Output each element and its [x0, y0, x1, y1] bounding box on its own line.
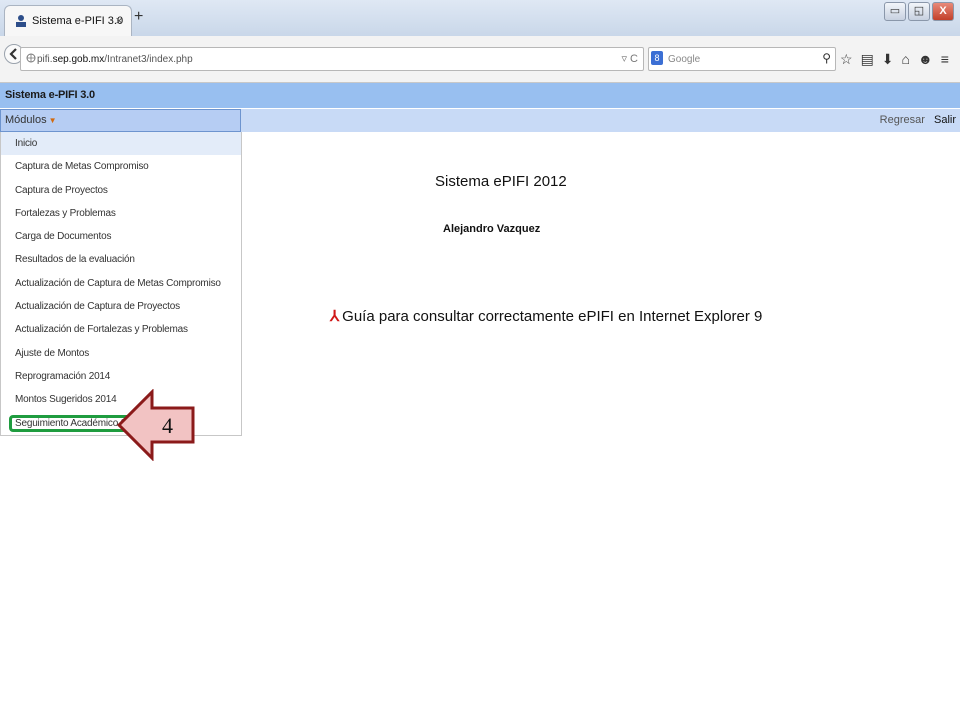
toolbar-icons: ☆ ▤ ⬇ ⌂ ☻ ≡: [840, 51, 949, 68]
guide-link-text: Guía para consultar correctamente ePIFI …: [342, 308, 763, 325]
menu-item-actualizacion-metas[interactable]: Actualización de Captura de Metas Compro…: [1, 272, 241, 295]
chat-icon[interactable]: ☻: [918, 51, 933, 68]
globe-icon: [26, 53, 36, 63]
reading-list-icon[interactable]: ▤: [861, 51, 874, 68]
minimize-button[interactable]: ▭: [884, 2, 906, 21]
pdf-icon: ⅄: [330, 308, 340, 325]
menu-item-ajuste-montos[interactable]: Ajuste de Montos: [1, 342, 241, 365]
site-favicon-icon: [16, 15, 26, 27]
menu-item-captura-proyectos[interactable]: Captura de Proyectos: [1, 179, 241, 202]
modules-label: Módulos: [5, 114, 47, 126]
user-name: Alejandro Vazquez: [443, 223, 541, 235]
search-icon[interactable]: ⚲: [822, 51, 831, 65]
tab-title: Sistema e-PIFI 3.0: [32, 15, 124, 27]
page-title: Sistema ePIFI 2012: [435, 173, 567, 190]
menu-item-actualizacion-fortalezas[interactable]: Actualización de Fortalezas y Problemas: [1, 318, 241, 341]
regresar-link[interactable]: Regresar: [880, 114, 925, 126]
top-right-links: Regresar Salir: [874, 114, 956, 126]
url-text: pifi.sep.gob.mx/Intranet3/index.php: [37, 54, 193, 65]
salir-link[interactable]: Salir: [934, 114, 956, 126]
step-arrow-annotation: 4: [116, 389, 195, 461]
main-content: Sistema ePIFI 2012 Alejandro Vazquez ⅄ Gu…: [240, 132, 960, 432]
close-window-button[interactable]: X: [932, 2, 954, 21]
window-controls: ▭ ◱ X: [884, 2, 954, 21]
search-placeholder: Google: [668, 54, 701, 65]
menu-item-fortalezas[interactable]: Fortalezas y Problemas: [1, 202, 241, 225]
menu-item-resultados[interactable]: Resultados de la evaluación: [1, 248, 241, 271]
browser-tab[interactable]: Sistema e-PIFI 3.0 ×: [4, 5, 132, 37]
app-menubar: Módulos ▼ Regresar Salir: [0, 109, 960, 132]
search-bar[interactable]: 8 Google ⚲: [648, 47, 836, 71]
menu-item-captura-metas[interactable]: Captura de Metas Compromiso: [1, 155, 241, 178]
app-title: Sistema e-PIFI 3.0: [5, 89, 95, 101]
menu-item-reprogramacion[interactable]: Reprogramación 2014: [1, 365, 241, 388]
guide-link[interactable]: ⅄ Guía para consultar correctamente ePIFI…: [330, 307, 762, 325]
google-engine-icon[interactable]: 8: [651, 51, 663, 65]
chevron-down-icon: ▼: [48, 116, 57, 125]
app-title-bar: Sistema e-PIFI 3.0: [0, 83, 960, 108]
home-icon[interactable]: ⌂: [902, 51, 910, 68]
address-bar[interactable]: pifi.sep.gob.mx/Intranet3/index.php ▿ C: [20, 47, 644, 71]
menu-icon[interactable]: ≡: [941, 51, 949, 68]
browser-titlebar: Sistema e-PIFI 3.0 × + ▭ ◱ X: [0, 0, 960, 37]
bookmark-star-icon[interactable]: ☆: [840, 51, 853, 68]
download-icon[interactable]: ⬇: [882, 51, 894, 68]
step-number: 4: [162, 413, 173, 438]
menu-item-inicio[interactable]: Inicio: [1, 132, 241, 156]
menu-item-actualizacion-proyectos[interactable]: Actualización de Captura de Proyectos: [1, 295, 241, 318]
browser-navbar: pifi.sep.gob.mx/Intranet3/index.php ▿ C …: [0, 36, 960, 83]
modules-dropdown-button[interactable]: Módulos ▼: [0, 109, 241, 132]
tab-close-icon[interactable]: ×: [115, 13, 123, 28]
new-tab-button[interactable]: +: [134, 8, 143, 26]
menu-item-carga-documentos[interactable]: Carga de Documentos: [1, 225, 241, 248]
reload-icon[interactable]: ▿ C: [621, 52, 638, 65]
restore-button[interactable]: ◱: [908, 2, 930, 21]
